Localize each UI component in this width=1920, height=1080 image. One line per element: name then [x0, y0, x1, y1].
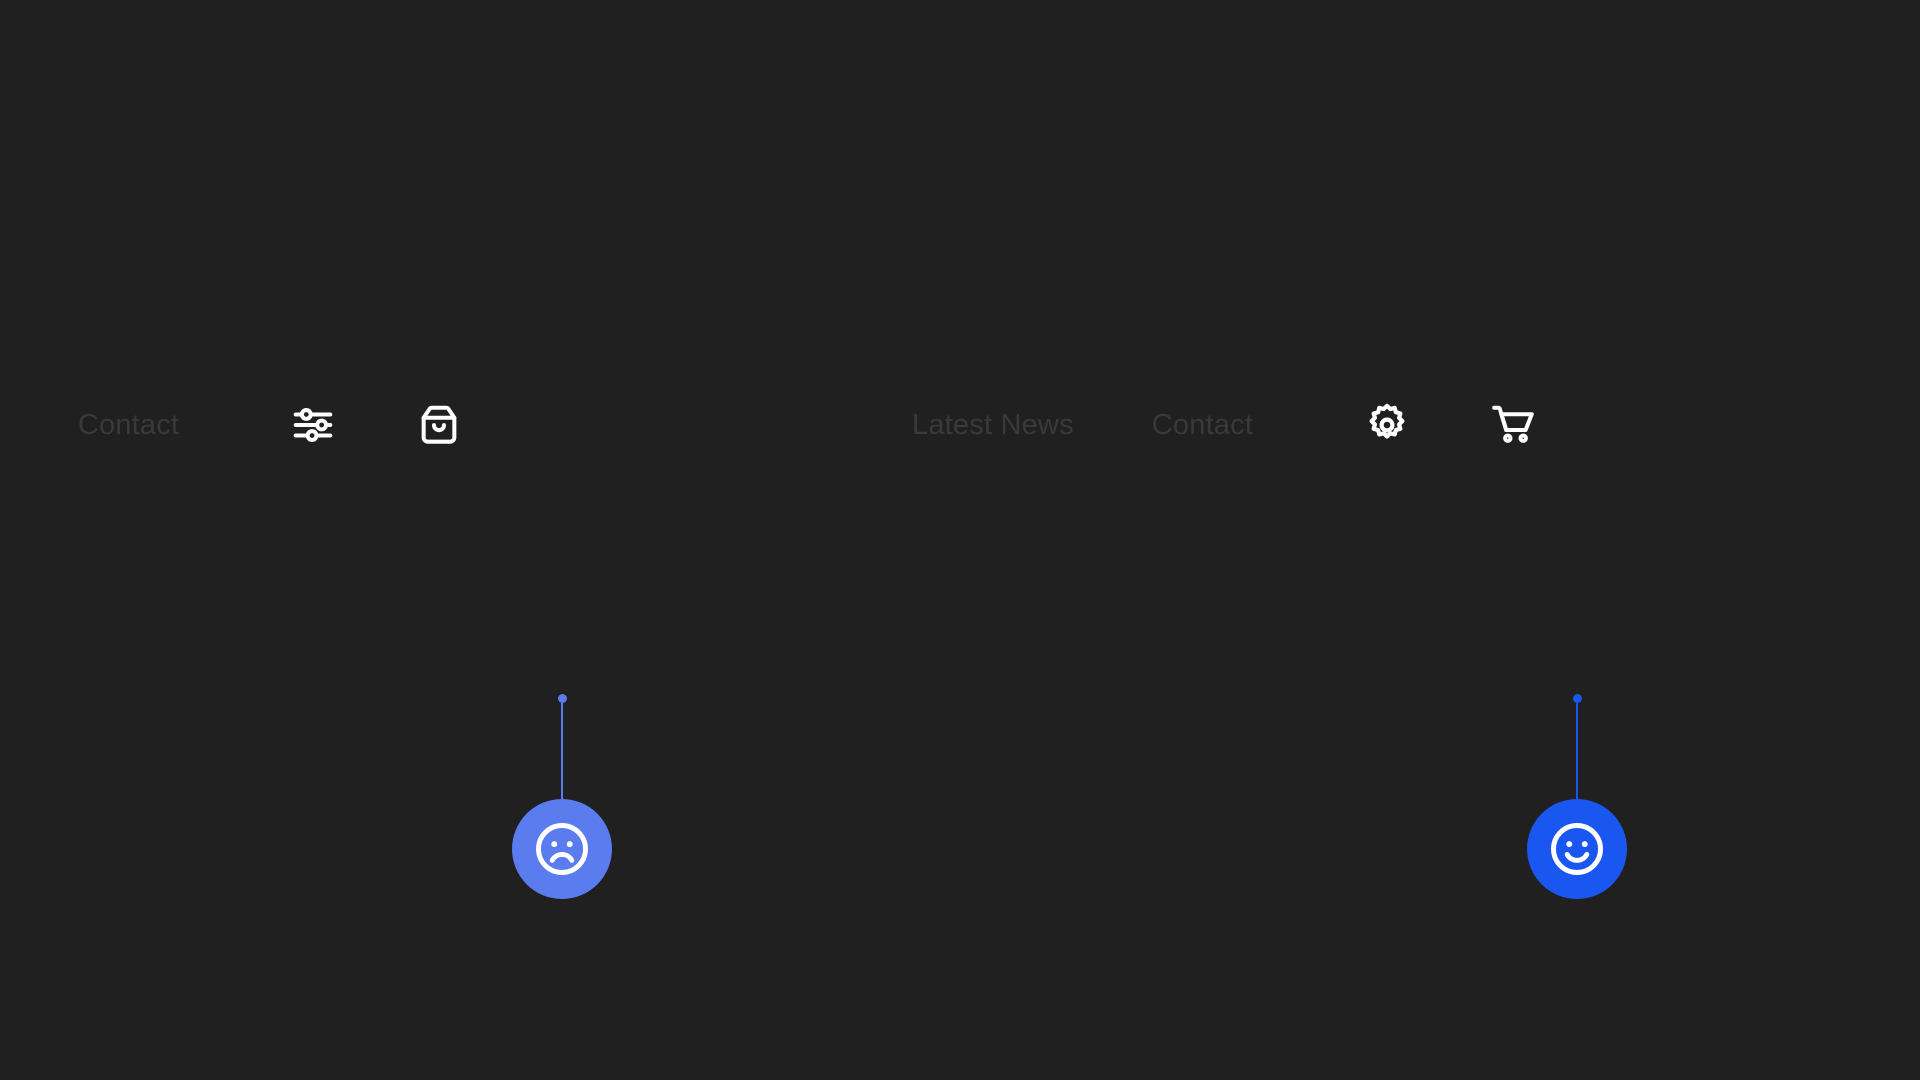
primary-navigation: Latest News Contact — [912, 395, 1537, 455]
marker-anchor-dot — [1572, 694, 1582, 703]
app-canvas: t News Contact Latest News — [0, 0, 1920, 1080]
marker-happy[interactable] — [1525, 694, 1629, 899]
nav-link-contact[interactable]: Contact — [1152, 410, 1253, 440]
cart-icon[interactable] — [1489, 401, 1537, 449]
shopping-bag-icon[interactable] — [415, 401, 463, 449]
nav-link-latest-news[interactable]: Latest News — [912, 410, 1074, 440]
gear-icon[interactable] — [1363, 401, 1411, 449]
primary-navigation-clipped: t News Contact — [0, 395, 463, 455]
frowning-face-icon — [536, 823, 588, 875]
sliders-icon[interactable] — [289, 401, 337, 449]
marker-bubble[interactable] — [512, 799, 612, 899]
marker-bubble[interactable] — [1527, 799, 1627, 899]
marker-anchor-dot — [557, 694, 567, 703]
nav-link-contact-clipped[interactable]: Contact — [78, 410, 179, 440]
marker-stem — [1576, 703, 1578, 799]
smiling-face-icon — [1551, 823, 1603, 875]
marker-stem — [561, 703, 563, 799]
marker-sad[interactable] — [510, 694, 614, 899]
